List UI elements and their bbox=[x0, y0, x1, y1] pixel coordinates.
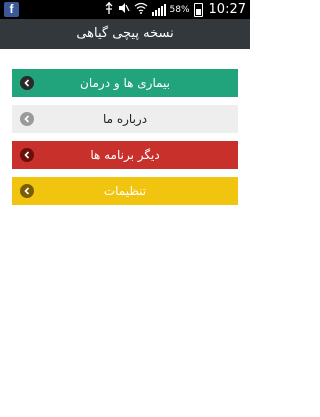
menu-item-label: دیگر برنامه ها bbox=[90, 148, 160, 162]
chevron-left-icon bbox=[20, 184, 34, 198]
chevron-left-icon bbox=[20, 112, 34, 126]
menu-item-label: درباره ما bbox=[102, 112, 148, 126]
usb-icon bbox=[104, 2, 114, 17]
mute-icon bbox=[118, 2, 130, 17]
wifi-icon bbox=[134, 2, 148, 17]
menu-item-diseases-treatment[interactable]: بیماری ها و درمان bbox=[12, 69, 238, 97]
clock: 10:27 bbox=[208, 2, 246, 17]
chevron-left-icon bbox=[20, 76, 34, 90]
menu-item-about-us[interactable]: درباره ما bbox=[12, 105, 238, 133]
page-title: نسخه پیچی گیاهی bbox=[76, 26, 174, 41]
status-bar: f 58% 10:27 bbox=[0, 0, 250, 19]
signal-icon bbox=[151, 3, 166, 16]
menu-item-label: بیماری ها و درمان bbox=[80, 76, 170, 90]
menu-item-settings[interactable]: تنظیمات bbox=[12, 177, 238, 205]
battery-percent: 58% bbox=[169, 4, 190, 15]
chevron-left-icon bbox=[20, 148, 34, 162]
battery-icon bbox=[193, 2, 203, 17]
main-menu: بیماری ها و درمان درباره ما دیگر برنامه … bbox=[12, 69, 238, 213]
status-icons: 58% 10:27 bbox=[104, 1, 246, 18]
facebook-icon: f bbox=[4, 2, 19, 17]
menu-item-label: تنظیمات bbox=[103, 184, 147, 198]
app-title-bar: نسخه پیچی گیاهی bbox=[0, 19, 250, 49]
menu-item-other-apps[interactable]: دیگر برنامه ها bbox=[12, 141, 238, 169]
